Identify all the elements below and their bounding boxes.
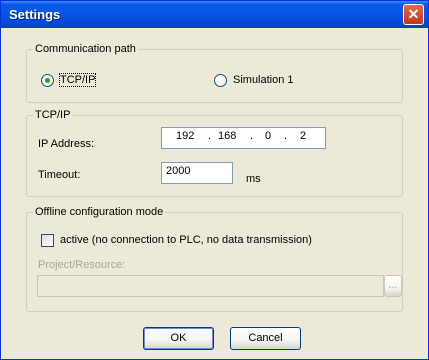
tcpip-radio-label[interactable]: TCP/IP <box>58 73 97 87</box>
window-title: Settings <box>9 7 61 22</box>
project-resource-field <box>37 275 384 297</box>
ip-dot-1: . <box>208 130 212 142</box>
tcpip-legend: TCP/IP <box>35 109 71 121</box>
ip-octet-2: 168 <box>218 130 237 142</box>
ok-button-label: OK <box>170 332 187 344</box>
project-resource-label: Project/Resource: <box>38 259 126 271</box>
offline-config-legend: Offline configuration mode <box>35 206 164 218</box>
close-button[interactable]: ✕ <box>403 4 424 25</box>
browse-button: ... <box>384 275 402 297</box>
ip-dot-2: . <box>250 130 254 142</box>
timeout-value: 2000 <box>166 165 191 177</box>
ip-octet-3: 0 <box>265 130 272 142</box>
active-checkbox[interactable] <box>41 234 54 247</box>
communication-path-group: Communication path <box>26 43 403 103</box>
cancel-button-label: Cancel <box>248 332 283 344</box>
close-icon: ✕ <box>407 6 420 22</box>
timeout-field[interactable]: 2000 <box>161 162 233 184</box>
ip-address-label: IP Address: <box>38 138 95 150</box>
ip-dot-3: . <box>284 130 288 142</box>
title-bar[interactable]: Settings ✕ <box>1 1 428 28</box>
active-checkbox-label[interactable]: active (no connection to PLC, no data tr… <box>60 234 312 246</box>
simulation-radio[interactable] <box>214 74 227 87</box>
ip-octet-4: 2 <box>300 130 307 142</box>
cancel-button[interactable]: Cancel <box>230 327 301 350</box>
simulation-radio-label[interactable]: Simulation 1 <box>233 74 294 86</box>
ok-button[interactable]: OK <box>143 327 214 350</box>
ip-address-field[interactable]: 192 . 168 . 0 . 2 <box>161 127 326 149</box>
browse-label: ... <box>388 279 398 291</box>
tcpip-radio[interactable] <box>41 74 54 87</box>
ip-octet-1: 192 <box>176 130 195 142</box>
settings-dialog: Settings ✕ Communication path TCP/IP Sim… <box>0 0 429 360</box>
timeout-label: Timeout: <box>38 169 81 181</box>
timeout-unit: ms <box>246 173 261 185</box>
communication-path-legend: Communication path <box>35 43 136 55</box>
